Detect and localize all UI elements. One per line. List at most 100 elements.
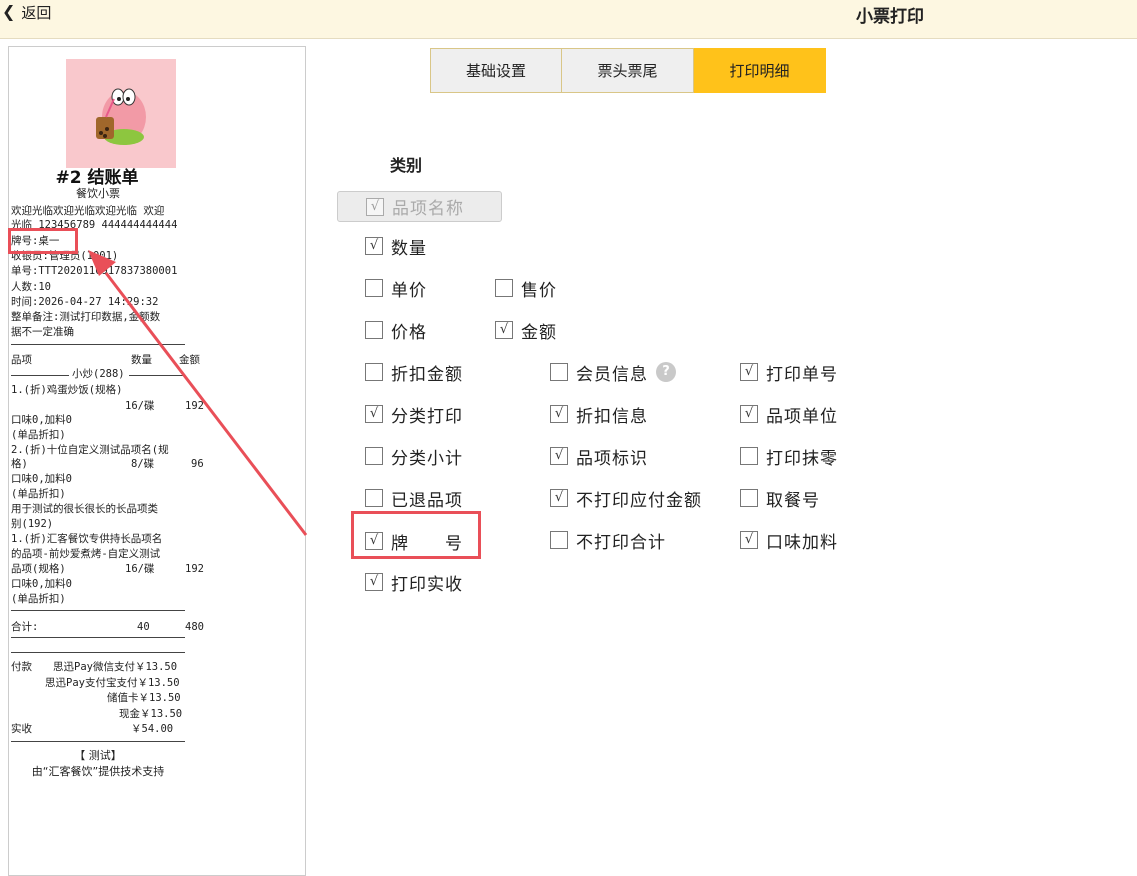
option-label: 售价 [521, 280, 557, 301]
checkbox[interactable] [740, 447, 758, 465]
tab-basic-settings[interactable]: 基础设置 [430, 48, 562, 93]
option-label: 品项名称 [392, 199, 464, 219]
option-label: 品项标识 [576, 448, 648, 469]
option-no-total[interactable]: 不打印合计 [550, 528, 666, 553]
total-qty: 40 [137, 621, 150, 633]
checkbox[interactable] [495, 279, 513, 297]
pay-stored-card: 储值卡￥13.50 [107, 692, 181, 704]
checkbox[interactable] [365, 489, 383, 507]
option-print-rounding[interactable]: 打印抹零 [740, 444, 838, 469]
divider [11, 637, 185, 638]
checkbox[interactable]: √ [365, 405, 383, 423]
option-sale-price[interactable]: 售价 [495, 276, 557, 301]
item-1-name: 1.(折)鸡蛋炒饭(规格) [11, 384, 123, 396]
option-print-order-no[interactable]: √ 打印单号 [740, 360, 838, 385]
receipt-remark-1: 整单备注:测试打印数据,金额数 [11, 311, 161, 323]
option-label: 单价 [391, 280, 427, 301]
option-label: 不打印合计 [576, 532, 666, 553]
divider [11, 375, 69, 376]
option-label: 折扣信息 [576, 406, 648, 427]
option-category-print[interactable]: √ 分类打印 [365, 402, 463, 427]
total-label: 合计: [11, 621, 39, 633]
actual-amount: ￥54.00 [131, 723, 174, 735]
checkbox[interactable] [550, 363, 568, 381]
item-1-flavor: 口味0,加料0 [11, 414, 72, 426]
checkbox[interactable] [550, 531, 568, 549]
checkbox[interactable]: √ [740, 363, 758, 381]
item-2-flavor: 口味0,加料0 [11, 473, 72, 485]
option-item-unit[interactable]: √ 品项单位 [740, 402, 838, 427]
option-print-actual[interactable]: √ 打印实收 [365, 570, 463, 595]
divider [11, 741, 185, 742]
option-returned-items[interactable]: 已退品项 [365, 486, 463, 511]
option-label: 不打印应付金额 [576, 490, 702, 511]
highlight-plate-option [351, 511, 481, 559]
category-2a: 用于测试的很长很长的长品项类 [11, 503, 158, 515]
item-3-qty: 16/碟 [125, 563, 155, 575]
option-label: 价格 [391, 322, 427, 343]
tab-print-details[interactable]: 打印明细 [694, 48, 826, 93]
option-label: 打印单号 [766, 364, 838, 385]
option-category-subtotal[interactable]: 分类小计 [365, 444, 463, 469]
option-label: 取餐号 [766, 490, 820, 511]
pay-alipay: 思迅Pay支付宝支付￥13.50 [45, 677, 180, 689]
col-qty: 数量 [131, 354, 152, 366]
option-label: 打印实收 [391, 574, 463, 595]
divider [129, 375, 185, 376]
item-2-amount: 96 [191, 458, 204, 470]
item-1-amount: 192 [185, 400, 204, 412]
option-item-mark[interactable]: √ 品项标识 [550, 444, 648, 469]
footer-1: 【 测试】 [74, 749, 122, 762]
receipt-time: 时间:2026-04-27 14:29:32 [11, 296, 159, 308]
option-label: 打印抹零 [766, 448, 838, 469]
checkbox[interactable]: √ [550, 447, 568, 465]
checkbox[interactable] [365, 447, 383, 465]
top-bar: ❮ 返回 小票打印 [0, 0, 1137, 39]
checkbox[interactable]: √ [365, 573, 383, 591]
item-2-name-2: 格) [11, 458, 28, 470]
receipt-people: 人数:10 [11, 281, 51, 293]
section-label: 类别 [390, 156, 423, 175]
checkbox[interactable] [365, 321, 383, 339]
checkbox[interactable]: √ [740, 531, 758, 549]
option-label: 会员信息 [576, 364, 648, 385]
back-button[interactable]: ❮ 返回 [2, 2, 51, 22]
option-price[interactable]: 价格 [365, 318, 427, 343]
option-amount[interactable]: √ 金额 [495, 318, 557, 343]
item-3-name-1: 1.(折)汇客餐饮专供持长品项名 [11, 533, 163, 545]
checkbox[interactable] [365, 363, 383, 381]
option-item-name: √ 品项名称 [337, 191, 502, 222]
checkbox[interactable]: √ [365, 237, 383, 255]
checkbox[interactable]: √ [740, 405, 758, 423]
item-3-name-2: 的品项-前炒爱煮烤-自定义测试 [11, 548, 161, 560]
help-icon[interactable]: ? [656, 362, 676, 382]
option-pickup-no[interactable]: 取餐号 [740, 486, 820, 511]
option-label: 口味加料 [766, 532, 838, 553]
checkbox: √ [366, 197, 384, 216]
checkbox[interactable] [740, 489, 758, 507]
option-label: 折扣金额 [391, 364, 463, 385]
option-label: 品项单位 [766, 406, 838, 427]
option-member-info[interactable]: 会员信息 ? [550, 360, 676, 385]
item-1-qty: 16/碟 [125, 400, 155, 412]
item-3-name-3: 品项(规格) [11, 563, 66, 575]
page-title: 小票打印 [856, 7, 924, 27]
option-no-payable-amount[interactable]: √ 不打印应付金额 [550, 486, 702, 511]
item-3-amount: 192 [185, 563, 204, 575]
divider [11, 344, 185, 345]
checkbox[interactable]: √ [550, 489, 568, 507]
receipt-preview: #2 结账单 餐饮小票 欢迎光临欢迎光临欢迎光临 欢迎 光临 123456789… [8, 46, 306, 876]
option-flavor-addon[interactable]: √ 口味加料 [740, 528, 838, 553]
checkbox[interactable]: √ [550, 405, 568, 423]
footer-2: 由“汇客餐饮”提供技术支持 [31, 765, 165, 778]
option-unit-price[interactable]: 单价 [365, 276, 427, 301]
pay-wechat: 思迅Pay微信支付￥13.50 [53, 661, 178, 673]
option-discount-amount[interactable]: 折扣金额 [365, 360, 463, 385]
checkbox[interactable]: √ [495, 321, 513, 339]
tab-header-footer[interactable]: 票头票尾 [562, 48, 694, 93]
option-quantity[interactable]: √ 数量 [365, 234, 427, 259]
total-amount: 480 [185, 621, 204, 633]
divider [11, 652, 185, 653]
option-discount-info[interactable]: √ 折扣信息 [550, 402, 648, 427]
checkbox[interactable] [365, 279, 383, 297]
